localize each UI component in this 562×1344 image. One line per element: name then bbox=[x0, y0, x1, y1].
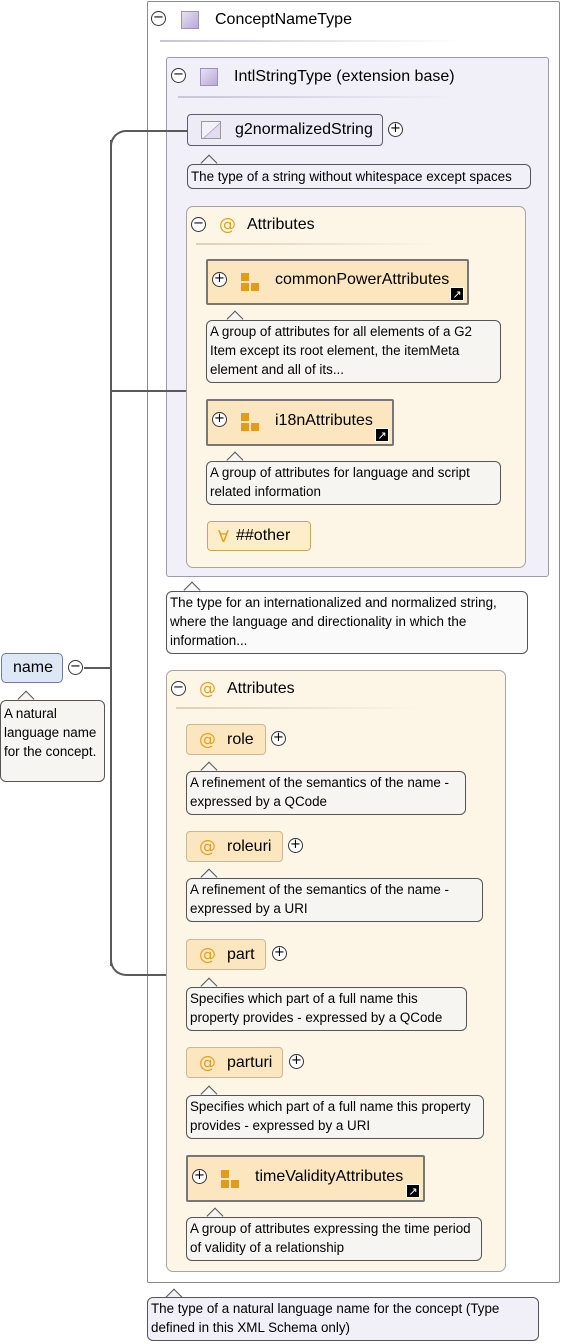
simple-type-icon bbox=[201, 121, 221, 139]
attribute-group-expand-toggle[interactable]: + bbox=[212, 412, 227, 427]
attribute-expand-toggle[interactable]: + bbox=[288, 838, 303, 853]
attribute-group-documentation: A group of attributes for all elements o… bbox=[206, 320, 501, 383]
inherited-attributes-title-divider bbox=[196, 243, 441, 245]
extension-base-title-divider bbox=[178, 96, 458, 98]
connector-bottom-curve bbox=[110, 956, 130, 976]
attribute-node-role[interactable]: @ role bbox=[186, 724, 266, 755]
attribute-group-node[interactable]: + i18nAttributes ↗ bbox=[206, 399, 394, 446]
extension-base-collapse-toggle[interactable]: − bbox=[171, 68, 186, 83]
root-element-node[interactable]: name bbox=[1, 653, 63, 683]
attribute-icon: @ bbox=[199, 729, 216, 750]
attribute-label: part bbox=[227, 945, 255, 963]
shortcut-arrow-icon: ↗ bbox=[375, 428, 389, 442]
complex-type-title-divider bbox=[160, 40, 460, 42]
simple-type-documentation: The type of a string without whitespace … bbox=[187, 164, 531, 189]
any-attribute-symbol: ∀ bbox=[218, 526, 229, 546]
any-attribute-label: ##other bbox=[236, 527, 291, 544]
extension-base-title: IntlStringType (extension base) bbox=[234, 68, 455, 85]
simple-type-label: g2normalizedString bbox=[235, 121, 373, 138]
attribute-group-icon bbox=[241, 273, 261, 293]
connector-branch-own-attributes bbox=[128, 974, 166, 976]
attribute-group-icon bbox=[221, 1170, 241, 1190]
attribute-documentation-parturi: Specifies which part of a full name this… bbox=[186, 1095, 484, 1139]
any-attribute-node[interactable]: ∀ ##other bbox=[207, 521, 311, 551]
root-element-label: name bbox=[13, 659, 54, 676]
inherited-attributes-icon: @ bbox=[219, 215, 236, 235]
attribute-group-node[interactable]: + timeValidityAttributes ↗ bbox=[186, 1155, 425, 1202]
attribute-group-label: timeValidityAttributes bbox=[255, 1167, 404, 1185]
attribute-expand-toggle[interactable]: + bbox=[271, 731, 286, 746]
attribute-documentation-role: A refinement of the semantics of the nam… bbox=[186, 771, 466, 815]
complex-type-collapse-toggle[interactable]: − bbox=[151, 11, 166, 26]
attribute-group-icon bbox=[241, 413, 261, 433]
shortcut-arrow-icon: ↗ bbox=[450, 287, 464, 301]
own-attributes-title-divider bbox=[176, 707, 421, 709]
simple-type-expand-toggle[interactable]: + bbox=[388, 122, 403, 137]
attribute-expand-toggle[interactable]: + bbox=[272, 946, 287, 961]
inherited-attributes-collapse-toggle[interactable]: − bbox=[191, 217, 206, 232]
complex-type-title: ConceptNameType bbox=[215, 11, 352, 28]
simple-type-node[interactable]: g2normalizedString bbox=[187, 114, 383, 146]
shortcut-arrow-icon: ↗ bbox=[406, 1184, 420, 1198]
complex-type-documentation: The type of a natural language name for … bbox=[147, 1297, 539, 1341]
root-element-collapse-toggle[interactable]: − bbox=[68, 660, 83, 675]
attribute-node-roleuri[interactable]: @ roleuri bbox=[186, 831, 283, 862]
extension-base-icon bbox=[200, 68, 218, 86]
own-attributes-collapse-toggle[interactable]: − bbox=[171, 681, 186, 696]
attribute-expand-toggle[interactable]: + bbox=[289, 1054, 304, 1069]
attribute-group-expand-toggle[interactable]: + bbox=[212, 272, 227, 287]
own-attributes-title: Attributes bbox=[227, 680, 295, 697]
own-attributes-icon: @ bbox=[199, 679, 216, 699]
attribute-icon: @ bbox=[199, 944, 216, 965]
attribute-group-label: i18nAttributes bbox=[275, 411, 373, 429]
connector-stem bbox=[84, 667, 111, 669]
attribute-group-documentation: A group of attributes for language and s… bbox=[206, 461, 501, 505]
attribute-documentation-roleuri: A refinement of the semantics of the nam… bbox=[186, 878, 483, 922]
attribute-group-documentation: A group of attributes expressing the tim… bbox=[186, 1217, 482, 1261]
attribute-node-parturi[interactable]: @ parturi bbox=[186, 1047, 283, 1078]
connector-vertical bbox=[110, 140, 112, 966]
extension-base-documentation: The type for an internationalized and no… bbox=[166, 591, 528, 654]
attribute-group-node[interactable]: + commonPowerAttributes ↗ bbox=[206, 259, 469, 305]
attribute-label: role bbox=[227, 730, 254, 748]
root-element-documentation: A natural language name for the concept. bbox=[0, 700, 105, 782]
attribute-group-label: commonPowerAttributes bbox=[275, 271, 450, 288]
inherited-attributes-title: Attributes bbox=[247, 216, 315, 233]
attribute-icon: @ bbox=[199, 1052, 216, 1073]
complex-type-icon bbox=[181, 11, 199, 29]
attribute-label: roleuri bbox=[227, 837, 272, 855]
attribute-documentation-part: Specifies which part of a full name this… bbox=[186, 987, 467, 1031]
connector-branch-inherited-attributes bbox=[110, 390, 186, 392]
attribute-node-part[interactable]: @ part bbox=[186, 939, 266, 970]
attribute-icon: @ bbox=[199, 836, 216, 857]
connector-branch-simple-type bbox=[128, 130, 187, 132]
attribute-group-expand-toggle[interactable]: + bbox=[192, 1169, 207, 1184]
attribute-label: parturi bbox=[227, 1053, 273, 1071]
connector-top-curve bbox=[110, 130, 130, 150]
